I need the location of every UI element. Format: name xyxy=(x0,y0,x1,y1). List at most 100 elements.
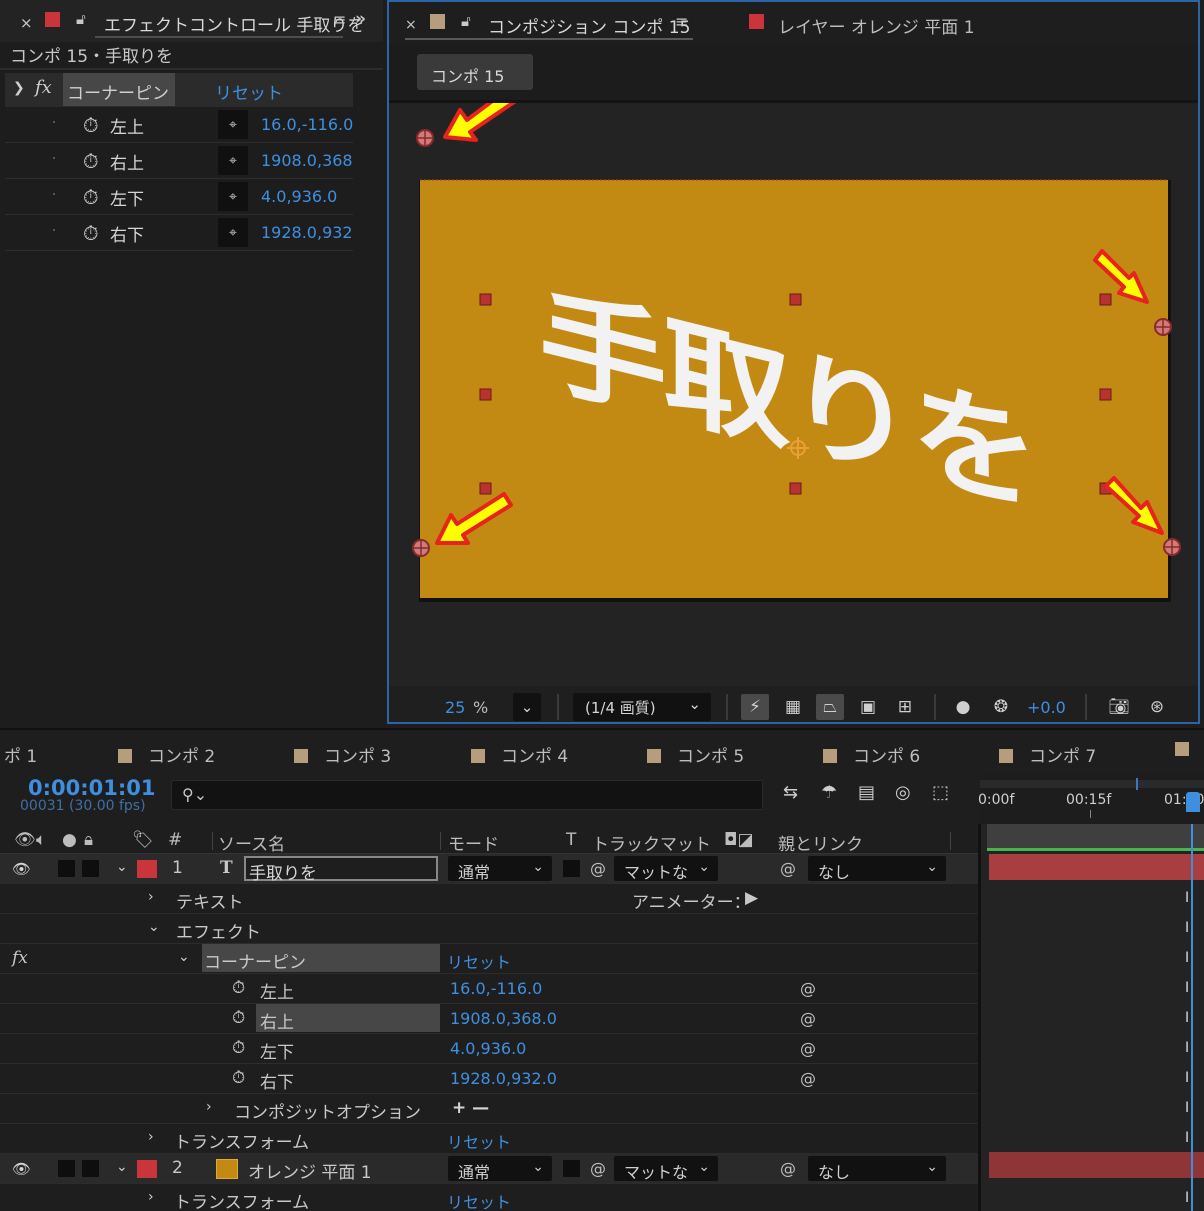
current-time[interactable]: 0:00:01:01 xyxy=(28,776,155,800)
tab-comp-8-swatch[interactable] xyxy=(1175,742,1189,756)
point-target-icon[interactable]: ⌖ xyxy=(218,182,248,211)
resolution-dropdown[interactable]: (1/4 画質) ⌄ xyxy=(573,693,711,721)
comp-canvas[interactable]: 手取りを xyxy=(389,103,1198,686)
timeline-track-area[interactable]: I I I I I I I I I I xyxy=(981,824,1204,1211)
grid-guides-icon[interactable]: ⊞ xyxy=(891,694,919,720)
effect-row-corner-pin[interactable]: ❯ fx コーナーピン リセット xyxy=(5,73,353,107)
panel-menu-icon[interactable]: ≡ xyxy=(675,12,688,31)
expression-pickwhip-icon[interactable]: @ xyxy=(800,1039,816,1058)
param-value[interactable]: 1928.0,932.0 xyxy=(261,223,353,242)
param-row-top-left[interactable]: ⏱︎ 左上 16.0,-116.0 @ xyxy=(0,974,978,1004)
time-ruler[interactable]: 0:00f 00:15f 01:00 xyxy=(978,774,1204,824)
col-mode[interactable]: モード xyxy=(448,830,499,855)
keyframe-marker[interactable]: I xyxy=(1185,1100,1189,1116)
time-navigator[interactable] xyxy=(980,780,1204,788)
panel-menu-icon[interactable]: ≡ xyxy=(333,10,346,29)
handle-top-right[interactable] xyxy=(1099,293,1112,306)
show-snapshot-icon[interactable]: ⊛ xyxy=(1143,694,1171,720)
stopwatch-icon[interactable]: ⏱︎ xyxy=(232,1038,245,1058)
label-icon[interactable]: 🏷︎ xyxy=(132,830,154,850)
matte-pickwhip-icon[interactable]: @ xyxy=(590,859,606,878)
preserve-transparency-switch[interactable] xyxy=(563,860,580,877)
reset-link[interactable]: リセット xyxy=(215,79,283,104)
effect-name[interactable]: コーナーピン xyxy=(204,948,306,973)
keyframe-marker[interactable]: I xyxy=(1185,1070,1189,1086)
composition-mini-flowchart-icon[interactable]: ⇆ xyxy=(783,782,798,803)
effect-controls-tab[interactable]: × 🔓︎ エフェクトコントロール 手取りを ≡ » xyxy=(0,0,383,42)
comp-viewer[interactable]: 手取りを xyxy=(389,103,1198,686)
stopwatch-icon[interactable]: ⏱︎ xyxy=(83,113,99,137)
layer-name[interactable]: オレンジ 平面 1 xyxy=(248,1158,372,1183)
track-matte-dropdown[interactable]: マットな ⌄ xyxy=(614,856,718,882)
lock-icon[interactable]: 🔓︎ xyxy=(461,12,471,30)
shy-layers-icon[interactable]: ☂ xyxy=(821,782,837,803)
col-number[interactable]: # xyxy=(168,830,182,850)
composition-tab-title[interactable]: コンポジション コンポ 15 xyxy=(488,13,690,38)
param-value[interactable]: 16.0,-116.0 xyxy=(261,115,353,134)
mode-dropdown[interactable]: 通常 ⌄ xyxy=(448,856,552,882)
lock-switch[interactable] xyxy=(82,860,99,877)
lock-switch[interactable] xyxy=(82,1160,99,1177)
param-row-bottom-left[interactable]: ⏱︎ 左下 4.0,936.0 @ xyxy=(0,1034,978,1064)
solo-switch[interactable] xyxy=(58,1160,75,1177)
layer-name-field[interactable]: 手取りを xyxy=(244,856,438,884)
work-area-bar[interactable] xyxy=(987,824,1204,848)
transparency-grid-icon[interactable]: ▦ xyxy=(779,694,807,720)
motion-blur-icon[interactable]: ◎ xyxy=(895,782,911,803)
close-icon[interactable]: × xyxy=(405,17,417,33)
layer-tab-title[interactable]: レイヤー オレンジ 平面 1 xyxy=(778,13,975,38)
chevron-right-icon[interactable]: › xyxy=(148,1129,154,1145)
effect-row-corner-pin[interactable]: fx ⌄ コーナーピン リセット xyxy=(0,944,978,974)
point-target-icon[interactable]: ⌖ xyxy=(218,110,248,139)
group-row-text[interactable]: › テキスト アニメーター： ▶ xyxy=(0,884,978,914)
handle-top-center[interactable] xyxy=(789,293,802,306)
channel-rgb-icon[interactable]: ● xyxy=(949,694,977,720)
tab-comp-2[interactable]: コンポ 2 xyxy=(118,742,215,767)
zoom-value[interactable]: 25 xyxy=(445,698,465,717)
matte-icons[interactable]: ◘◪ xyxy=(724,830,754,850)
handle-middle-left[interactable] xyxy=(479,388,492,401)
comp-breadcrumb-chip[interactable]: コンポ 15 xyxy=(417,54,533,90)
handle-middle-right[interactable] xyxy=(1099,388,1112,401)
col-source-name[interactable]: ソース名 xyxy=(218,830,285,855)
color-management-icon[interactable]: ❂ xyxy=(987,694,1015,720)
stopwatch-icon[interactable]: ⏱︎ xyxy=(232,1068,245,1088)
parent-pickwhip-icon[interactable]: @ xyxy=(780,859,796,878)
group-row-transform-2[interactable]: › トランスフォーム リセット xyxy=(0,1184,978,1211)
param-row-bottom-right[interactable]: ⏱︎ 右下 1928.0,932.0 @ xyxy=(0,1064,978,1094)
parent-pickwhip-icon[interactable]: @ xyxy=(780,1159,796,1178)
eye-icon[interactable]: 👁︎ xyxy=(14,830,36,850)
stopwatch-icon[interactable]: ⏱︎ xyxy=(83,185,99,209)
param-value[interactable]: 1908.0,368.0 xyxy=(261,151,353,170)
corner-pin-top-left[interactable] xyxy=(416,129,434,147)
tab-comp-3[interactable]: コンポ 3 xyxy=(294,742,391,767)
effect-name[interactable]: コーナーピン xyxy=(63,73,175,106)
solo-icon[interactable]: ● xyxy=(62,830,77,850)
solo-switch[interactable] xyxy=(58,860,75,877)
parent-dropdown[interactable]: なし ⌄ xyxy=(808,1156,946,1182)
col-track-matte[interactable]: トラックマット xyxy=(592,830,711,855)
param-value[interactable]: 4.0,936.0 xyxy=(261,187,353,206)
param-value[interactable]: 1908.0,368.0 xyxy=(450,1009,557,1028)
label-color[interactable] xyxy=(137,860,157,878)
chevron-down-icon[interactable]: ⌄ xyxy=(116,859,128,875)
chevron-down-icon[interactable]: ⌄ xyxy=(148,919,160,935)
tab-comp-7[interactable]: コンポ 7 xyxy=(999,742,1096,767)
animator-add-icon[interactable]: ▶ xyxy=(745,888,758,908)
close-icon[interactable]: × xyxy=(20,14,33,32)
keyframe-marker[interactable]: I xyxy=(1185,1040,1189,1056)
keyframe-marker[interactable]: I xyxy=(1185,890,1189,906)
expression-pickwhip-icon[interactable]: @ xyxy=(800,1009,816,1028)
keyframe-marker[interactable]: I xyxy=(1185,1130,1189,1146)
chevron-down-icon[interactable]: ❯ xyxy=(13,80,25,96)
param-value[interactable]: 1928.0,932.0 xyxy=(450,1069,557,1088)
tab-comp-4[interactable]: コンポ 4 xyxy=(471,742,568,767)
chevron-right-icon[interactable]: › xyxy=(148,1189,154,1205)
point-target-icon[interactable]: ⌖ xyxy=(218,146,248,175)
expression-pickwhip-icon[interactable]: @ xyxy=(800,1069,816,1088)
keyframe-marker[interactable]: I xyxy=(1185,1010,1189,1026)
stopwatch-icon[interactable]: ⏱︎ xyxy=(232,1008,245,1028)
label-color[interactable] xyxy=(137,1160,157,1178)
fx-icon[interactable]: fx xyxy=(35,77,52,98)
keyframe-marker[interactable]: I xyxy=(1185,920,1189,936)
